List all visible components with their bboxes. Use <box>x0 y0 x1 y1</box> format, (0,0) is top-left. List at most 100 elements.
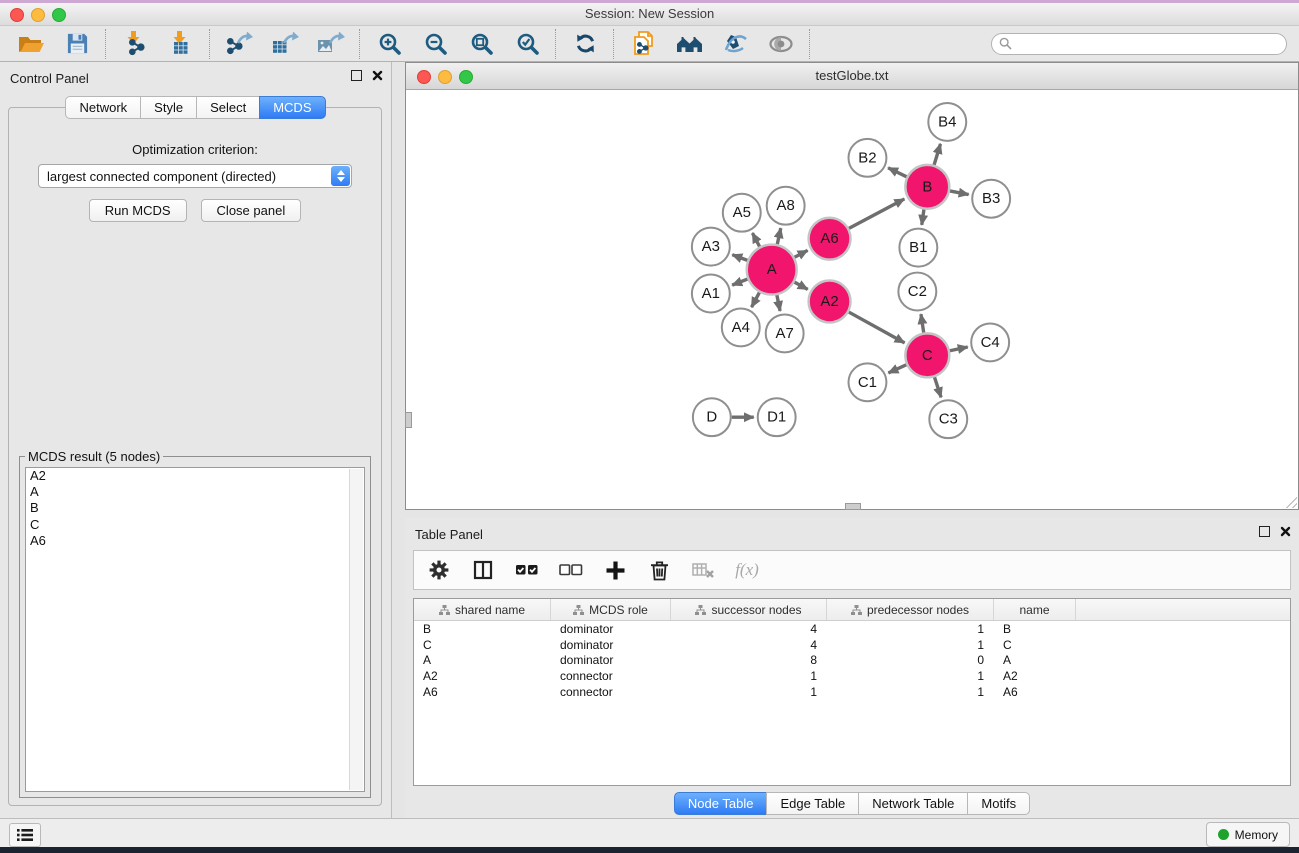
mcds-result-item[interactable]: C <box>26 517 364 533</box>
mcds-result-item[interactable]: A2 <box>26 468 364 484</box>
edge-A6-B[interactable] <box>849 199 904 228</box>
node-D[interactable]: D <box>693 398 731 436</box>
mcds-result-item[interactable]: A <box>26 484 364 500</box>
edge-B-B3[interactable] <box>950 191 969 195</box>
home-icon[interactable] <box>670 28 708 60</box>
table-cell[interactable]: 4 <box>671 622 827 636</box>
node-A2[interactable]: A2 <box>809 281 851 323</box>
table-cell[interactable]: dominator <box>551 638 671 652</box>
node-B3[interactable]: B3 <box>972 180 1010 218</box>
search-input[interactable] <box>1017 36 1279 52</box>
edge-B-B2[interactable] <box>888 168 907 177</box>
edge-A-A5[interactable] <box>752 233 759 247</box>
column-header-shared-name[interactable]: shared name <box>414 599 551 620</box>
node-A[interactable]: A <box>747 245 797 295</box>
criterion-dropdown[interactable]: largest connected component (directed) <box>38 164 352 188</box>
table-row[interactable]: Adominator80A <box>414 653 1290 669</box>
node-A6[interactable]: A6 <box>809 218 851 260</box>
tab-style[interactable]: Style <box>140 96 197 119</box>
float-table-panel-icon[interactable] <box>1259 526 1270 537</box>
open-file-icon[interactable] <box>12 28 50 60</box>
float-panel-icon[interactable] <box>351 70 362 81</box>
column-header-predecessor-nodes[interactable]: predecessor nodes <box>827 599 994 620</box>
delete-table-icon[interactable] <box>688 554 718 586</box>
table-cell[interactable]: 1 <box>827 622 994 636</box>
select-all-icon[interactable] <box>512 554 542 586</box>
close-panel-button[interactable]: Close panel <box>201 199 302 222</box>
table-cell[interactable]: 1 <box>671 669 827 683</box>
edge-C-C4[interactable] <box>950 347 968 351</box>
table-cell[interactable]: dominator <box>551 622 671 636</box>
edge-A-A3[interactable] <box>732 255 747 261</box>
table-cell[interactable]: 0 <box>827 653 994 667</box>
table-cell[interactable]: dominator <box>551 653 671 667</box>
search-box[interactable] <box>991 33 1287 55</box>
tab-motifs[interactable]: Motifs <box>967 792 1030 815</box>
table-cell[interactable]: 8 <box>671 653 827 667</box>
edge-A2-C[interactable] <box>849 312 905 343</box>
node-B1[interactable]: B1 <box>899 229 937 267</box>
tab-network[interactable]: Network <box>65 96 141 119</box>
edge-C-C3[interactable] <box>935 377 942 397</box>
table-row[interactable]: A2connector11A2 <box>414 668 1290 684</box>
export-image-icon[interactable] <box>312 28 350 60</box>
node-A3[interactable]: A3 <box>692 228 730 266</box>
table-cell[interactable]: B <box>414 622 551 636</box>
table-cell[interactable]: A <box>414 653 551 667</box>
table-row[interactable]: A6connector11A6 <box>414 684 1290 700</box>
tab-edge-table[interactable]: Edge Table <box>766 792 859 815</box>
table-cell[interactable]: A2 <box>414 669 551 683</box>
edge-A-A7[interactable] <box>777 295 780 311</box>
table-cell[interactable]: A6 <box>414 685 551 699</box>
node-B2[interactable]: B2 <box>849 139 887 177</box>
edge-B-B4[interactable] <box>934 144 940 165</box>
import-table-icon[interactable] <box>162 28 200 60</box>
refresh-icon[interactable] <box>566 28 604 60</box>
node-A5[interactable]: A5 <box>723 194 761 232</box>
table-cell[interactable]: connector <box>551 685 671 699</box>
node-C3[interactable]: C3 <box>929 400 967 438</box>
tab-mcds[interactable]: MCDS <box>259 96 325 119</box>
memory-button[interactable]: Memory <box>1206 822 1290 847</box>
table-cell[interactable]: 1 <box>827 638 994 652</box>
new-session-icon[interactable] <box>624 28 662 60</box>
mcds-result-item[interactable]: B <box>26 500 364 516</box>
mcds-result-item[interactable]: A6 <box>26 533 364 549</box>
result-list-scrollbar[interactable] <box>349 469 363 790</box>
node-C1[interactable]: C1 <box>849 363 887 401</box>
node-B4[interactable]: B4 <box>928 103 966 141</box>
table-cell[interactable]: A2 <box>994 669 1076 683</box>
zoom-fit-icon[interactable] <box>462 28 500 60</box>
edge-A-A8[interactable] <box>777 228 780 244</box>
table-cell[interactable]: 1 <box>671 685 827 699</box>
network-canvas[interactable]: B4B2BB3A8A5A6A3B1AC2A1A2A4A7C4CC1C3DD1 <box>406 89 1298 509</box>
table-row[interactable]: Bdominator41B <box>414 621 1290 637</box>
delete-row-icon[interactable] <box>644 554 674 586</box>
edge-A-A4[interactable] <box>752 292 760 307</box>
task-history-button[interactable] <box>9 823 41 847</box>
edge-C-C1[interactable] <box>888 365 906 373</box>
table-cell[interactable]: C <box>994 638 1076 652</box>
edge-A-A6[interactable] <box>795 250 808 257</box>
node-C[interactable]: C <box>905 333 949 377</box>
close-panel-icon[interactable] <box>372 70 383 81</box>
function-icon[interactable]: f(x) <box>732 554 762 586</box>
node-C2[interactable]: C2 <box>898 273 936 311</box>
node-B[interactable]: B <box>905 165 949 209</box>
table-cell[interactable]: 1 <box>827 685 994 699</box>
network-graph[interactable]: B4B2BB3A8A5A6A3B1AC2A1A2A4A7C4CC1C3DD1 <box>406 89 1298 509</box>
edge-B-B1[interactable] <box>922 210 924 225</box>
node-A8[interactable]: A8 <box>767 187 805 225</box>
table-cell[interactable]: A6 <box>994 685 1076 699</box>
columns-icon[interactable] <box>468 554 498 586</box>
table-row[interactable]: Cdominator41C <box>414 637 1290 653</box>
edge-A-A2[interactable] <box>794 282 807 289</box>
zoom-selected-icon[interactable] <box>508 28 546 60</box>
column-header-name[interactable]: name <box>994 599 1076 620</box>
gear-icon[interactable] <box>424 554 454 586</box>
close-table-panel-icon[interactable] <box>1280 526 1291 537</box>
table-cell[interactable]: A <box>994 653 1076 667</box>
save-session-icon[interactable] <box>58 28 96 60</box>
column-header-MCDS-role[interactable]: MCDS role <box>551 599 671 620</box>
run-mcds-button[interactable]: Run MCDS <box>89 199 187 222</box>
